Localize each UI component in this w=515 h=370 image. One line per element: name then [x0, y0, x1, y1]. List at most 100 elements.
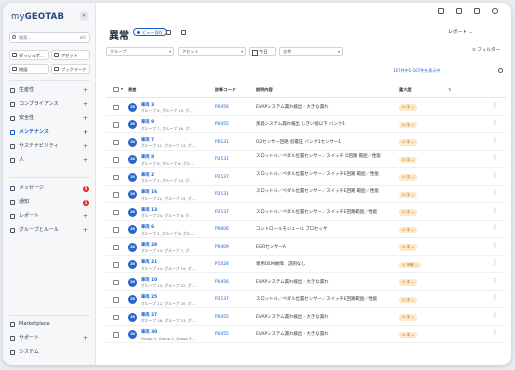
table-row[interactable]: 26 車両 28 グループ 14, グループ 7, グ... P0409 EGRセンサー… — [106, 239, 506, 256]
help-icon[interactable] — [438, 8, 444, 14]
asset-name-link[interactable]: 車両 13 — [141, 207, 157, 213]
table-row[interactable]: 26 車両 30 Group 1, Group 2, Group 3... P0455… — [106, 327, 506, 343]
sidebar-item-notifications[interactable]: 通知 1 — [9, 197, 90, 208]
column-asset[interactable]: 資産 — [128, 87, 136, 93]
scope-filter[interactable]: 全件 ▾ — [279, 47, 343, 56]
report-dropdown[interactable]: レポート ⌄ — [448, 28, 473, 35]
row-checkbox[interactable] — [113, 244, 119, 250]
search-input[interactable]: 検索... ⌘K — [9, 32, 90, 43]
severity-badge[interactable]: ⚠ 中 ⌄ — [399, 279, 418, 286]
severity-badge[interactable]: ⚠ 中 ⌄ — [399, 104, 418, 111]
diagnostic-code-link[interactable]: P1028 — [215, 262, 229, 267]
table-row[interactable]: 26 車両 3 グループ 8, グループ 19, グ... P0456 EVAPシステム… — [106, 99, 506, 116]
diagnostic-code-link[interactable]: P2137 — [215, 297, 229, 302]
table-row[interactable]: 26 車両 21 グループ 14, グループ 19, グ... P1028 専用OEM故… — [106, 257, 506, 273]
quick-dashboard-button[interactable]: ダッシュボ... — [9, 50, 49, 60]
asset-filter[interactable]: アセット ▾ — [178, 47, 246, 56]
diagnostic-code-link[interactable]: P0131 — [215, 140, 229, 145]
more-options-icon[interactable]: ⋮ — [492, 312, 498, 319]
diagnostic-code-link[interactable]: P2137 — [215, 175, 229, 180]
more-options-icon[interactable]: ⋮ — [492, 207, 498, 214]
group-filter[interactable]: グループ ▾ — [106, 47, 174, 56]
row-checkbox[interactable] — [113, 314, 119, 320]
more-options-icon[interactable]: ⋮ — [492, 155, 498, 161]
sidebar-item-reports[interactable]: レポート + — [9, 211, 90, 222]
table-row[interactable]: 26 車両 27 グループ 16, グループ 13, グ... P0455 EVAPシス… — [106, 309, 506, 326]
row-checkbox[interactable] — [113, 122, 119, 128]
row-checkbox[interactable] — [113, 297, 119, 303]
severity-badge[interactable]: ⚠ 中 ⌄ — [399, 121, 418, 128]
quick-bookmarks-button[interactable]: ブックマーク — [51, 64, 90, 74]
more-options-icon[interactable]: ⋮ — [492, 102, 498, 109]
sort-icon[interactable]: ⇅ — [448, 87, 452, 92]
comment-icon[interactable] — [181, 30, 186, 35]
more-options-icon[interactable]: ⋮ — [492, 225, 498, 231]
asset-name-link[interactable]: 車両 16 — [141, 189, 157, 195]
table-row[interactable]: 26 車両 6 グループ 4, グループ 8, グル... P0606 コントロールモジ… — [106, 222, 506, 238]
sidebar-item-marketplace[interactable]: Marketplace — [9, 319, 90, 330]
table-row[interactable]: 26 車両 16 グループ 11, グループ 15, グ... P2131 スロットル／… — [106, 187, 506, 203]
more-options-icon[interactable]: ⋮ — [492, 242, 498, 249]
quick-assets-button[interactable]: アセット — [51, 50, 90, 60]
logo[interactable]: myGEOTAB — [11, 12, 64, 22]
diagnostic-code-link[interactable]: P0455 — [215, 332, 229, 337]
table-row[interactable]: 26 車両 10 グループ 10, グループ 22, グ... P0456 EVAPシス… — [106, 274, 506, 291]
collapse-sidebar-button[interactable]: « — [79, 11, 89, 21]
gear-icon[interactable] — [498, 68, 503, 73]
notification-bell-icon[interactable] — [474, 8, 480, 14]
quick-map-button[interactable]: 地図 — [9, 64, 49, 74]
row-checkbox[interactable] — [113, 157, 119, 163]
diagnostic-code-link[interactable]: P2131 — [215, 192, 229, 197]
sidebar-item-compliance[interactable]: コンプライアンス + — [9, 99, 90, 110]
severity-badge[interactable]: ⚠ 中 ⌄ — [399, 174, 418, 181]
severity-badge[interactable]: ⚠ 中 ⌄ — [399, 139, 418, 146]
diagnostic-code-link[interactable]: P2137 — [215, 210, 229, 215]
diagnostic-code-link[interactable]: P0606 — [215, 227, 229, 232]
asset-name-link[interactable]: 車両 3 — [141, 102, 154, 108]
asset-name-link[interactable]: 車両 2 — [141, 172, 154, 178]
diagnostic-code-link[interactable]: P0456 — [215, 280, 229, 285]
row-checkbox[interactable] — [113, 262, 119, 268]
severity-badge[interactable]: ⚠ 中 ⌄ — [399, 209, 418, 216]
more-options-icon[interactable]: ⋮ — [492, 260, 498, 266]
chevron-down-icon[interactable]: ▾ — [121, 86, 123, 91]
row-checkbox[interactable] — [113, 209, 119, 215]
row-checkbox[interactable] — [113, 227, 119, 233]
sidebar-item-safety[interactable]: 安全性 + — [9, 113, 90, 124]
more-options-icon[interactable]: ⋮ — [492, 120, 498, 126]
more-options-icon[interactable]: ⋮ — [492, 172, 498, 179]
column-severity[interactable]: 重大度 — [399, 87, 412, 93]
filter-button[interactable]: フィルター — [472, 47, 500, 53]
severity-badge[interactable]: ⚠ 中 ⌄ — [399, 296, 418, 303]
severity-badge[interactable]: ⚠ 中 ⌄ — [399, 191, 418, 198]
asset-name-link[interactable]: 車両 7 — [141, 137, 154, 143]
severity-badge[interactable]: ⚠ 中 ⌄ — [399, 244, 418, 251]
diagnostic-code-link[interactable]: P0409 — [215, 245, 229, 250]
severity-badge[interactable]: ⚠ 中 ⌄ — [399, 331, 418, 338]
severity-badge[interactable]: ⚠ 中 ⌄ — [399, 226, 418, 233]
save-view-button[interactable]: ビュー保存 — [133, 28, 167, 36]
diagnostic-code-link[interactable]: P0456 — [215, 105, 229, 110]
column-description[interactable]: 説明内容 — [256, 87, 273, 93]
feedback-icon[interactable] — [456, 8, 462, 14]
sidebar-item-messages[interactable]: メッセージ 5 — [9, 183, 90, 194]
diagnostic-code-link[interactable]: P0455 — [215, 315, 229, 320]
asset-name-link[interactable]: 車両 6 — [141, 224, 154, 230]
asset-name-link[interactable]: 車両 10 — [141, 277, 157, 283]
severity-badge[interactable]: ⚠ 不明 ⌄ — [399, 261, 421, 268]
sidebar-item-productivity[interactable]: 生産性 + — [9, 85, 90, 96]
row-checkbox[interactable] — [113, 192, 119, 198]
asset-name-link[interactable]: 車両 28 — [141, 242, 157, 248]
more-options-icon[interactable]: ⋮ — [492, 137, 498, 144]
more-options-icon[interactable]: ⋮ — [492, 295, 498, 301]
column-code[interactable]: 診断コード — [215, 87, 236, 93]
asset-name-link[interactable]: 車両 30 — [141, 329, 157, 335]
more-options-icon[interactable]: ⋮ — [492, 330, 498, 336]
sidebar-item-people[interactable]: 人 + — [9, 155, 90, 166]
sidebar-item-system[interactable]: システム — [9, 347, 90, 358]
asset-name-link[interactable]: 車両 27 — [141, 312, 157, 318]
table-row[interactable]: 26 車両 8 グループ 6, グループ 8, グル... P2131 スロットル／ペダ… — [106, 152, 506, 168]
row-checkbox[interactable] — [113, 174, 119, 180]
sidebar-item-groups-rules[interactable]: グループとルール + — [9, 225, 90, 236]
sidebar-item-maintenance[interactable]: メンテナンス + — [9, 127, 90, 138]
